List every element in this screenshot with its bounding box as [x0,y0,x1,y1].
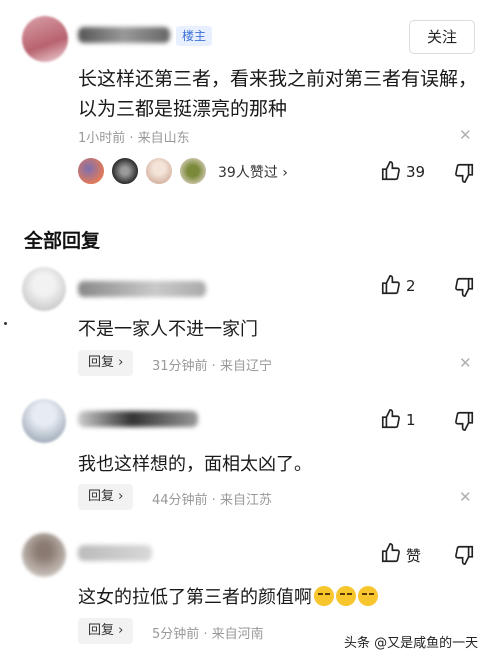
reply-name-blurred[interactable] [78,411,198,427]
liker-avatar [76,156,106,186]
crying-emoji-icon [336,586,356,606]
thumbs-down-icon[interactable] [453,410,475,432]
likers-count[interactable]: 39人赞过 › [218,162,288,182]
reply-text: 我也这样想的，面相太凶了。 [78,454,312,475]
crying-emoji-icon [358,586,378,606]
reply-button[interactable]: 回复 › [78,484,134,510]
liker-avatar [110,156,140,186]
section-title: 全部回复 [24,230,101,252]
thumbs-down-icon[interactable] [453,276,475,298]
thumbs-up-icon[interactable] [380,408,402,430]
crying-emoji-icon [314,586,334,606]
author-avatar[interactable] [22,16,68,62]
reply-meta: 5分钟前 · 来自河南 [152,627,264,642]
liker-avatar [178,156,208,186]
reply-like-label: 赞 [406,547,422,565]
post-meta: 1小时前 · 来自山东 [78,131,190,146]
reply-button[interactable]: 回复 › [78,618,134,644]
reply-text-row: 这女的拉低了第三者的颜值啊 [78,583,378,609]
reply-meta: 44分钟前 · 来自江苏 [152,493,272,508]
reply-meta: 31分钟前 · 来自辽宁 [152,359,272,374]
liker-avatar [144,156,174,186]
reply-avatar[interactable] [22,267,66,311]
reply-button[interactable]: 回复 › [78,350,134,376]
close-icon[interactable]: ✕ [459,354,472,372]
thumbs-up-icon[interactable] [380,160,402,182]
thumbs-down-icon[interactable] [453,544,475,566]
reply-text: 不是一家人不进一家门 [78,319,258,340]
reply-name-blurred[interactable] [78,545,152,561]
reply-like-count: 2 [406,277,416,295]
author-badge: 楼主 [176,26,213,46]
post-like-count: 39 [406,163,426,181]
thumbs-down-icon[interactable] [453,162,475,184]
reply-name-blurred[interactable] [78,281,206,297]
reply-avatar[interactable] [22,399,66,443]
author-name-blurred[interactable] [78,27,170,43]
close-icon[interactable]: ✕ [459,126,472,144]
watermark: 头条 @又是咸鱼的一天 [344,636,479,651]
post-text: 长这样还第三者，看来我之前对第三者有误解，以为三都是挺漂亮的那种 [78,68,478,120]
close-icon[interactable]: ✕ [459,488,472,506]
reply-like-count: 1 [406,411,416,429]
reply-avatar[interactable] [22,533,66,577]
stray-dot [4,322,7,325]
thumbs-up-icon[interactable] [380,274,402,296]
follow-button[interactable]: 关注 [409,20,475,54]
reply-text: 这女的拉低了第三者的颜值啊 [78,587,312,608]
thumbs-up-icon[interactable] [380,542,402,564]
